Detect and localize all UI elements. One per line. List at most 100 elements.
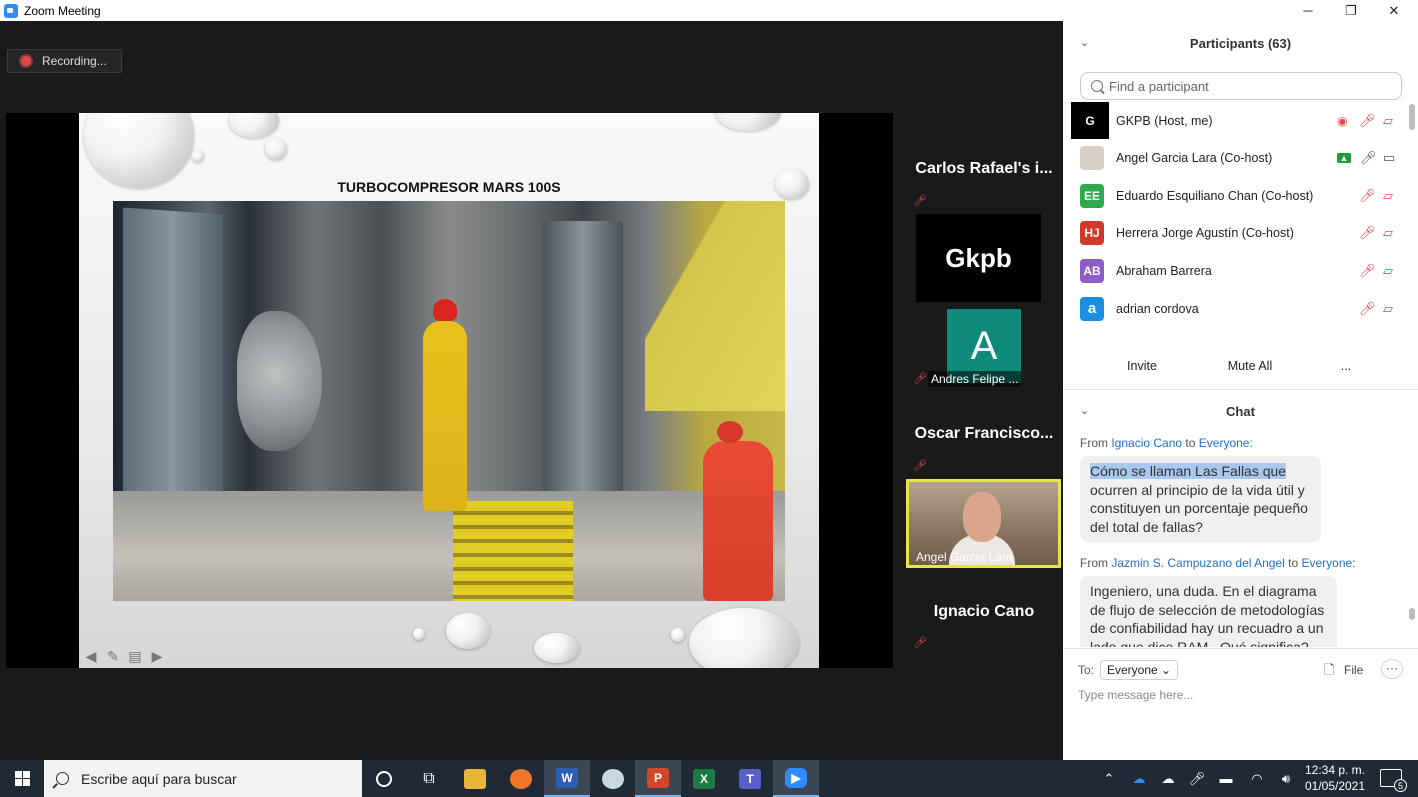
message-line: lado que dice RAM . Qué significa?: [1090, 638, 1309, 648]
muted-mic-icon: 🎤︎: [913, 373, 927, 385]
task-view-button[interactable]: ⧉: [406, 760, 452, 797]
slide-menu-icon[interactable]: ▤: [126, 648, 144, 664]
participants-scrollbar[interactable]: [1409, 104, 1415, 130]
recipient-name: Everyone:: [1301, 556, 1356, 570]
to-label: To:: [1078, 663, 1095, 677]
slide-title: TURBOCOMPRESOR MARS 100S: [337, 179, 561, 195]
onedrive-icon[interactable]: ☁: [1128, 760, 1150, 797]
photo-detail: [453, 501, 573, 601]
restore-button[interactable]: ❐: [1329, 0, 1373, 21]
clock-date: 01/05/2021: [1304, 779, 1366, 793]
battery-icon[interactable]: ▬: [1215, 760, 1237, 797]
powerpoint-button[interactable]: P: [635, 760, 681, 797]
video-off-icon[interactable]: ▱: [1383, 301, 1393, 317]
more-options-button[interactable]: ...: [1336, 355, 1356, 377]
mic-icon[interactable]: 🎤︎: [1360, 150, 1377, 166]
pen-icon[interactable]: ✎: [104, 648, 122, 664]
muted-mic-icon: 🎤︎: [913, 460, 927, 472]
participant-row[interactable]: Angel Garcia Lara (Co-host) ▲ 🎤︎ ▭: [1063, 139, 1408, 176]
video-icon[interactable]: ▭: [1383, 150, 1395, 166]
muted-mic-icon[interactable]: 🎤︎: [1359, 301, 1376, 317]
chat-message[interactable]: Cómo se llaman Las Fallas que ocurren al…: [1080, 456, 1321, 542]
participant-name: Andres Felipe ...: [928, 371, 1022, 387]
participant-row[interactable]: AB Abraham Barrera 🎤︎ ▱: [1063, 252, 1408, 289]
cortana-button[interactable]: [361, 760, 407, 797]
participant-row[interactable]: a adrian cordova 🎤︎ ▱: [1063, 290, 1408, 327]
recording-indicator[interactable]: Recording...: [7, 49, 122, 73]
avatar: G: [1071, 102, 1109, 139]
recipient-dropdown[interactable]: Everyone ⌄: [1100, 660, 1179, 680]
video-tile[interactable]: Oscar Francisco... 🎤︎: [909, 395, 1059, 477]
recording-label: Recording...: [42, 54, 107, 68]
video-tile[interactable]: Carlos Rafael's i... 🎤︎: [909, 128, 1059, 210]
video-off-icon[interactable]: ▱: [1383, 263, 1393, 279]
word-button[interactable]: W: [544, 760, 590, 797]
firefox-button[interactable]: [498, 760, 544, 797]
close-button[interactable]: ✕: [1372, 0, 1416, 21]
active-speaker-tile[interactable]: Angel Garcia Lara: [906, 479, 1061, 568]
file-button[interactable]: File: [1344, 663, 1363, 677]
chat-message-input[interactable]: Type message here...: [1078, 688, 1193, 702]
previous-slide-icon[interactable]: ◀: [82, 648, 100, 664]
file-explorer-button[interactable]: [452, 760, 498, 797]
participant-actions: Invite Mute All ...: [1063, 347, 1418, 385]
muted-mic-icon[interactable]: 🎤︎: [1359, 113, 1376, 129]
chat-messages: From Ignacio Cano to Everyone: Cómo se l…: [1063, 429, 1408, 647]
file-icon[interactable]: 🗋︎: [1324, 661, 1334, 683]
next-slide-icon[interactable]: ▶: [148, 648, 166, 664]
notifications-icon[interactable]: 5: [1380, 769, 1407, 792]
video-off-icon[interactable]: ▱: [1383, 113, 1393, 129]
onedrive-personal-icon[interactable]: ☁: [1157, 760, 1179, 797]
mute-all-button[interactable]: Mute All: [1219, 355, 1281, 377]
powerpoint-icon: P: [647, 767, 669, 788]
video-tile-self[interactable]: Gkpb: [916, 214, 1041, 302]
taskbar-clock[interactable]: 12:34 p. m. 01/05/2021: [1300, 762, 1370, 794]
avatar: EE: [1080, 183, 1104, 208]
muted-mic-icon[interactable]: 🎤︎: [1359, 188, 1376, 204]
paint-button[interactable]: [590, 760, 636, 797]
participant-name: Abraham Barrera: [1116, 263, 1212, 278]
muted-mic-icon[interactable]: 🎤︎: [1359, 225, 1376, 241]
notification-count: 5: [1394, 779, 1407, 792]
chat-message[interactable]: Ingeniero, una duda. En el diagrama de f…: [1080, 576, 1337, 647]
search-placeholder: Find a participant: [1109, 78, 1209, 94]
message-header: From Ignacio Cano to Everyone:: [1080, 436, 1253, 450]
water-drop-decoration: [229, 113, 279, 138]
wifi-icon[interactable]: ◠: [1246, 760, 1268, 797]
water-drop-decoration: [265, 138, 287, 160]
water-drop-decoration: [671, 628, 685, 642]
zoom-button[interactable]: ▶: [773, 760, 819, 797]
chat-more-button[interactable]: ···: [1381, 659, 1403, 679]
chat-scrollbar[interactable]: [1409, 608, 1415, 620]
start-button[interactable]: [0, 760, 44, 797]
muted-mic-icon[interactable]: 🎤︎: [1359, 263, 1376, 279]
excel-icon: X: [693, 768, 715, 789]
excel-button[interactable]: X: [681, 760, 727, 797]
sender-name[interactable]: Ignacio Cano: [1111, 436, 1182, 450]
microphone-icon[interactable]: 🎤︎: [1186, 760, 1208, 797]
participant-name: Herrera Jorge Agustín (Co-host): [1116, 225, 1294, 240]
participant-row[interactable]: HJ Herrera Jorge Agustín (Co-host) 🎤︎ ▱: [1063, 214, 1408, 251]
video-off-icon[interactable]: ▱: [1383, 225, 1393, 241]
participant-row[interactable]: G GKPB (Host, me) ◉ 🎤︎ ▱: [1063, 102, 1408, 139]
show-hidden-icons-button[interactable]: ⌃: [1100, 760, 1118, 797]
message-line: constituyen un porcentaje pequeño: [1090, 500, 1308, 516]
participant-row[interactable]: EE Eduardo Esquiliano Chan (Co-host) 🎤︎ …: [1063, 177, 1408, 214]
video-tile[interactable]: Ignacio Cano 🎤︎: [909, 572, 1059, 654]
sender-name[interactable]: Jazmin S. Campuzano del Angel: [1111, 556, 1284, 570]
taskbar-search-box[interactable]: Escribe aquí para buscar: [44, 760, 362, 797]
slide-navigation: ◀ ✎ ▤ ▶: [82, 648, 166, 664]
participant-name: Carlos Rafael's i...: [915, 160, 1053, 177]
video-off-icon[interactable]: ▱: [1383, 188, 1393, 204]
volume-icon[interactable]: 🔊︎: [1275, 760, 1297, 797]
teams-button[interactable]: T: [727, 760, 773, 797]
cortana-icon: [376, 770, 392, 787]
message-line: Ingeniero, una duda. En el diagrama: [1090, 583, 1317, 599]
participant-name: Angel Garcia Lara: [916, 550, 1013, 564]
invite-button[interactable]: Invite: [1121, 355, 1163, 377]
participant-search-input[interactable]: Find a participant: [1080, 72, 1402, 100]
video-feed: [963, 492, 1001, 542]
photo-detail: [645, 201, 785, 411]
minimize-button[interactable]: ─: [1286, 0, 1330, 21]
chat-title: Chat: [1226, 404, 1255, 419]
